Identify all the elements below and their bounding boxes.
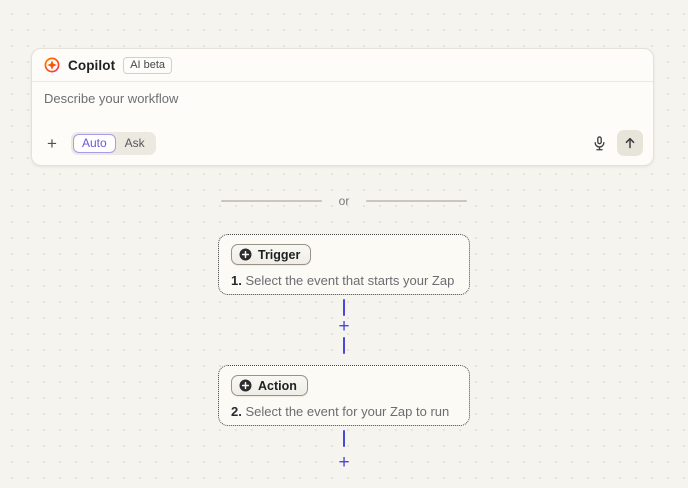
action-description: 2. Select the event for your Zap to run <box>231 404 457 419</box>
divider-line-left <box>221 200 322 202</box>
action-step-box[interactable]: Action 2. Select the event for your Zap … <box>218 365 470 426</box>
action-pill-label: Action <box>258 379 297 393</box>
add-step-button[interactable]: + <box>334 317 353 336</box>
plus-circle-icon <box>239 379 252 392</box>
connector-trigger-action: + <box>0 299 688 354</box>
workflow-prompt-input[interactable]: Describe your workflow <box>32 82 653 134</box>
footer-left-controls: + Auto Ask <box>44 132 156 155</box>
send-button[interactable] <box>617 130 643 156</box>
prompt-placeholder: Describe your workflow <box>44 91 178 106</box>
trigger-description: 1. Select the event that starts your Zap <box>231 273 457 288</box>
or-label: or <box>339 194 350 208</box>
connector-line <box>343 430 345 447</box>
or-divider: or <box>0 194 688 208</box>
copilot-star-icon <box>44 57 60 73</box>
trigger-step-number: 1. <box>231 273 242 288</box>
mode-toggle: Auto Ask <box>71 132 156 155</box>
microphone-icon[interactable] <box>589 133 610 154</box>
action-pill-button[interactable]: Action <box>231 375 308 396</box>
trigger-step-text: Select the event that starts your Zap <box>245 273 454 288</box>
connector-line-top <box>343 299 345 316</box>
copilot-footer: + Auto Ask <box>44 130 643 156</box>
copilot-header: Copilot AI beta <box>32 49 653 82</box>
trigger-pill-button[interactable]: Trigger <box>231 244 311 265</box>
arrow-up-icon <box>623 136 637 150</box>
ai-beta-badge: AI beta <box>123 57 172 74</box>
connector-after-action: + <box>0 430 688 473</box>
divider-line-right <box>366 200 467 202</box>
footer-right-controls <box>589 130 643 156</box>
action-step-text: Select the event for your Zap to run <box>245 404 449 419</box>
trigger-step-box[interactable]: Trigger 1. Select the event that starts … <box>218 234 470 295</box>
copilot-title: Copilot <box>68 58 115 73</box>
action-step-number: 2. <box>231 404 242 419</box>
add-step-button-bottom[interactable]: + <box>334 453 353 472</box>
mode-option-ask[interactable]: Ask <box>116 134 154 153</box>
attach-button[interactable]: + <box>44 133 60 154</box>
trigger-pill-label: Trigger <box>258 248 300 262</box>
connector-line-bottom <box>343 337 345 354</box>
plus-circle-icon <box>239 248 252 261</box>
copilot-panel: Copilot AI beta Describe your workflow +… <box>31 48 654 166</box>
mode-option-auto[interactable]: Auto <box>73 134 116 153</box>
